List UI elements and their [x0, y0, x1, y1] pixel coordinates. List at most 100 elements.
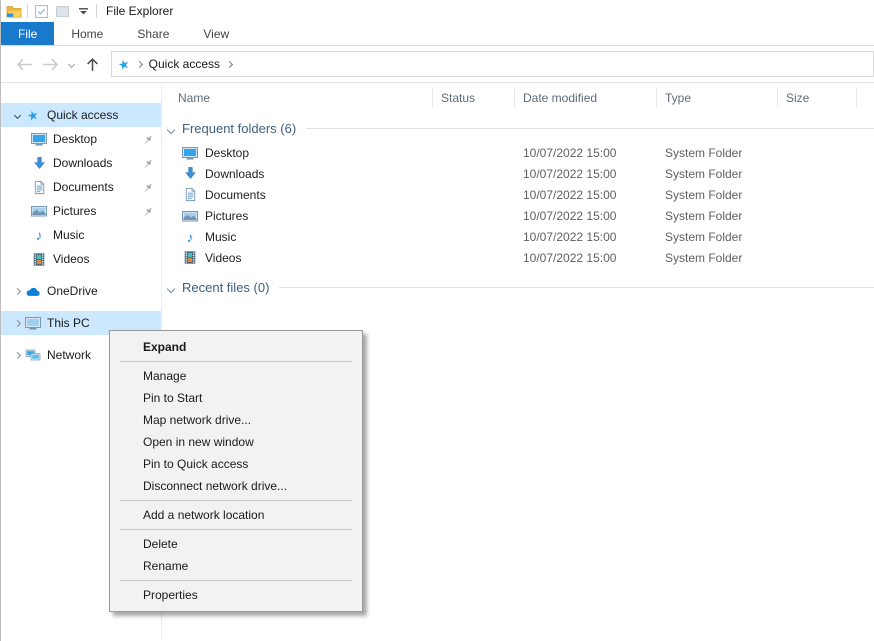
collapse-chevron-icon[interactable]: [13, 351, 20, 358]
collapse-chevron-icon[interactable]: [13, 319, 20, 326]
collapse-chevron-icon[interactable]: [13, 287, 20, 294]
music-icon: ♪: [31, 227, 47, 243]
sidebar-item-videos[interactable]: Videos: [1, 247, 161, 271]
group-header-rule: [306, 128, 874, 129]
file-row-videos[interactable]: Videos 10/07/2022 15:00 System Folder: [162, 247, 874, 268]
menu-item-expand[interactable]: Expand: [110, 336, 362, 358]
tab-view[interactable]: View: [186, 22, 246, 45]
address-input[interactable]: ★ Quick access: [111, 51, 874, 77]
file-row-downloads[interactable]: Downloads 10/07/2022 15:00 System Folder: [162, 163, 874, 184]
breadcrumb-chevron-icon[interactable]: [136, 60, 143, 67]
expand-chevron-icon[interactable]: [13, 111, 20, 118]
up-icon[interactable]: [79, 51, 105, 77]
tab-home[interactable]: Home: [54, 22, 120, 45]
title-bar: File Explorer: [1, 0, 874, 22]
type-cell: System Folder: [657, 230, 778, 244]
documents-icon: [182, 187, 198, 203]
downloads-icon: [31, 155, 47, 171]
menu-item-open-in-new-window[interactable]: Open in new window: [110, 431, 362, 453]
breadcrumb-location[interactable]: Quick access: [149, 57, 220, 71]
menu-item-pin-to-quick-access[interactable]: Pin to Quick access: [110, 453, 362, 475]
address-bar: ★ Quick access: [1, 46, 874, 83]
menu-separator: [120, 529, 352, 530]
file-explorer-window: File Explorer File Home Share View ★ Qui…: [0, 0, 874, 641]
context-menu: Expand Manage Pin to Start Map network d…: [109, 330, 363, 612]
network-icon: [25, 347, 41, 363]
sidebar-item-downloads[interactable]: Downloads: [1, 151, 161, 175]
documents-icon: [31, 179, 47, 195]
sidebar-item-onedrive[interactable]: OneDrive: [1, 279, 161, 303]
desktop-icon: [31, 131, 47, 147]
music-icon: ♪: [182, 229, 198, 245]
downloads-icon: [182, 166, 198, 182]
properties-icon[interactable]: [33, 3, 49, 19]
column-header-type[interactable]: Type: [657, 88, 778, 108]
menu-item-map-network-drive[interactable]: Map network drive...: [110, 409, 362, 431]
quick-access-star-icon: ★: [117, 56, 131, 71]
window-title: File Explorer: [106, 4, 173, 18]
new-folder-icon[interactable]: [54, 3, 70, 19]
menu-item-manage[interactable]: Manage: [110, 365, 362, 387]
customize-toolbar-dropdown-icon[interactable]: [75, 3, 91, 19]
videos-icon: [182, 250, 198, 266]
menu-separator: [120, 500, 352, 501]
date-modified-cell: 10/07/2022 15:00: [515, 230, 657, 244]
column-headers: Name Status Date modified Type Size: [162, 83, 874, 113]
file-row-desktop[interactable]: Desktop 10/07/2022 15:00 System Folder: [162, 142, 874, 163]
group-collapse-chevron-icon[interactable]: [167, 284, 175, 292]
column-header-name[interactable]: Name: [162, 88, 433, 108]
group-collapse-chevron-icon[interactable]: [167, 125, 175, 133]
column-header-status[interactable]: Status: [433, 88, 515, 108]
sidebar-item-music[interactable]: ♪ Music: [1, 223, 161, 247]
menu-item-add-a-network-location[interactable]: Add a network location: [110, 504, 362, 526]
tab-share[interactable]: Share: [120, 22, 186, 45]
type-cell: System Folder: [657, 251, 778, 265]
pin-icon: [143, 158, 153, 168]
desktop-icon: [182, 145, 198, 161]
titlebar-separator: [96, 4, 97, 18]
group-header-frequent-folders[interactable]: Frequent folders (6): [166, 121, 874, 136]
column-header-date-modified[interactable]: Date modified: [515, 88, 657, 108]
pictures-icon: [31, 203, 47, 219]
titlebar-separator: [27, 4, 28, 18]
forward-icon[interactable]: [37, 51, 63, 77]
date-modified-cell: 10/07/2022 15:00: [515, 167, 657, 181]
group-header-recent-files[interactable]: Recent files (0): [166, 280, 874, 295]
sidebar-item-desktop[interactable]: Desktop: [1, 127, 161, 151]
column-header-size[interactable]: Size: [778, 88, 857, 108]
onedrive-cloud-icon: [25, 283, 41, 299]
type-cell: System Folder: [657, 146, 778, 160]
date-modified-cell: 10/07/2022 15:00: [515, 188, 657, 202]
ribbon-tabs: File Home Share View: [1, 22, 874, 46]
group-header-rule: [279, 287, 874, 288]
recent-locations-chevron-icon[interactable]: [63, 51, 79, 77]
pin-icon: [143, 206, 153, 216]
pin-icon: [143, 182, 153, 192]
explorer-folder-icon: [6, 3, 22, 19]
videos-icon: [31, 251, 47, 267]
file-row-documents[interactable]: Documents 10/07/2022 15:00 System Folder: [162, 184, 874, 205]
sidebar-item-documents[interactable]: Documents: [1, 175, 161, 199]
sidebar-item-pictures[interactable]: Pictures: [1, 199, 161, 223]
back-icon[interactable]: [11, 51, 37, 77]
pictures-icon: [182, 208, 198, 224]
tab-file[interactable]: File: [1, 22, 54, 45]
date-modified-cell: 10/07/2022 15:00: [515, 251, 657, 265]
type-cell: System Folder: [657, 167, 778, 181]
breadcrumb-chevron-icon[interactable]: [226, 60, 233, 67]
menu-separator: [120, 580, 352, 581]
menu-item-delete[interactable]: Delete: [110, 533, 362, 555]
menu-item-disconnect-network-drive[interactable]: Disconnect network drive...: [110, 475, 362, 497]
file-row-pictures[interactable]: Pictures 10/07/2022 15:00 System Folder: [162, 205, 874, 226]
menu-item-rename[interactable]: Rename: [110, 555, 362, 577]
date-modified-cell: 10/07/2022 15:00: [515, 146, 657, 160]
menu-item-pin-to-start[interactable]: Pin to Start: [110, 387, 362, 409]
quick-access-star-icon: ★: [25, 107, 41, 123]
file-row-music[interactable]: ♪ Music 10/07/2022 15:00 System Folder: [162, 226, 874, 247]
sidebar-item-quick-access[interactable]: ★ Quick access: [1, 103, 161, 127]
pin-icon: [143, 134, 153, 144]
menu-separator: [120, 361, 352, 362]
type-cell: System Folder: [657, 188, 778, 202]
type-cell: System Folder: [657, 209, 778, 223]
menu-item-properties[interactable]: Properties: [110, 584, 362, 606]
